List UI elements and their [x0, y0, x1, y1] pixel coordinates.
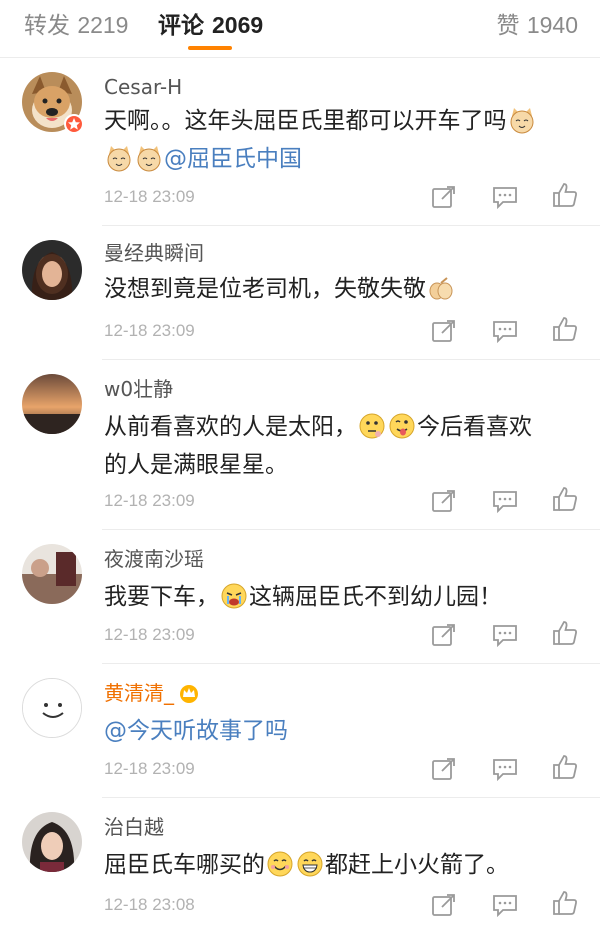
comment-username[interactable]: 夜渡南沙瑶 [104, 546, 204, 572]
comment-text: 我要下车， 这辆屈臣氏不到幼儿园！ [104, 578, 574, 616]
thumbs-up-icon[interactable] [551, 316, 579, 342]
avatar[interactable] [22, 374, 82, 434]
active-tab-indicator [188, 46, 232, 50]
comment-item: 黄清清_ @今天听故事了吗 12-18 23:09 [0, 664, 600, 798]
comment-tabs: 转发 2219 评论 2069 赞 1940 [0, 0, 600, 58]
smile-emoji-icon [266, 850, 294, 878]
thinking-emoji-icon [358, 412, 386, 440]
comment-timestamp: 12-18 23:09 [104, 321, 195, 340]
comment-text-part: 没想到竟是位老司机，失敬失敬 [104, 276, 426, 302]
comment-item: 曼经典瞬间 没想到竟是位老司机，失敬失敬 12-18 23:09 [0, 226, 600, 360]
comment-text-part: 今后看喜欢 [417, 414, 532, 440]
comment-item: Cesar-H 天啊。。这年头屈臣氏里都可以开车了吗 @屈臣氏中国 12-18 2… [0, 58, 600, 226]
avatar[interactable] [22, 678, 82, 738]
comment-item: 夜渡南沙瑶 我要下车， 这辆屈臣氏不到幼儿园！ 12-18 23:09 [0, 530, 600, 664]
comment-text-part: 的人是满眼星星。 [104, 452, 288, 478]
cat-emoji-icon [105, 144, 133, 172]
tab-reposts-count: 2219 [77, 12, 129, 38]
verified-badge-icon [64, 114, 84, 134]
tab-likes-label: 赞 [496, 13, 520, 39]
fist-salute-emoji-icon [427, 274, 455, 302]
crying-emoji-icon [220, 582, 248, 610]
thumbs-up-icon[interactable] [551, 620, 579, 646]
tab-comments-count: 2069 [212, 12, 264, 38]
comment-text-part: 都赶上小火箭了。 [325, 852, 509, 878]
share-icon[interactable] [430, 622, 458, 648]
comment-text: 屈臣氏车哪买的 都赶上小火箭了。 [104, 846, 574, 884]
comment-text: 没想到竟是位老司机，失敬失敬 [104, 270, 574, 308]
thumbs-up-icon[interactable] [551, 754, 579, 780]
comment-item: 治白越 屈臣氏车哪买的 都赶上小火箭了。 12-18 23:08 [0, 798, 600, 931]
mention-link[interactable]: @屈臣氏中国 [164, 146, 302, 172]
comment-icon[interactable] [491, 622, 519, 648]
grin-emoji-icon [296, 850, 324, 878]
comment-text-part: 从前看喜欢的人是太阳， [104, 414, 357, 440]
cat-emoji-icon [508, 106, 536, 134]
comment-text: 从前看喜欢的人是太阳， 今后看喜欢的人是满眼星星。 [104, 408, 574, 484]
comment-timestamp: 12-18 23:09 [104, 759, 195, 778]
comment-text: @今天听故事了吗 [104, 712, 574, 750]
comment-icon[interactable] [491, 892, 519, 918]
avatar[interactable] [22, 544, 82, 604]
avatar[interactable] [22, 240, 82, 300]
thumbs-up-icon[interactable] [551, 890, 579, 916]
share-icon[interactable] [430, 892, 458, 918]
tab-comments[interactable]: 评论 2069 [158, 10, 263, 41]
share-icon[interactable] [430, 488, 458, 514]
tab-likes[interactable]: 赞 1940 [497, 10, 578, 41]
crown-icon [180, 685, 198, 703]
tab-likes-count: 1940 [526, 12, 578, 38]
comment-icon[interactable] [491, 756, 519, 782]
tab-comments-label: 评论 [158, 13, 204, 39]
comment-icon[interactable] [491, 184, 519, 210]
comment-item: w0壮静 从前看喜欢的人是太阳， 今后看喜欢的人是满眼星星。 12-18 23:0… [0, 360, 600, 530]
comment-username[interactable]: 曼经典瞬间 [104, 240, 204, 266]
comment-timestamp: 12-18 23:09 [104, 491, 195, 510]
tab-reposts[interactable]: 转发 2219 [24, 10, 128, 41]
comment-text-part: 屈臣氏车哪买的 [104, 852, 265, 878]
thumbs-up-icon[interactable] [551, 486, 579, 512]
comment-timestamp: 12-18 23:09 [104, 625, 195, 644]
comment-timestamp: 12-18 23:09 [104, 187, 195, 206]
comment-username[interactable]: 治白越 [104, 814, 164, 840]
comment-username-text: 黄清清_ [104, 681, 174, 705]
share-icon[interactable] [430, 756, 458, 782]
tab-reposts-label: 转发 [24, 13, 70, 39]
comment-username[interactable]: Cesar-H [104, 74, 182, 100]
comment-text-part: 天啊。。这年头屈臣氏里都可以开车了吗 [104, 108, 507, 134]
mention-link[interactable]: @今天听故事了吗 [104, 718, 288, 744]
avatar[interactable] [22, 812, 82, 872]
comment-text-part: 这辆屈臣氏不到幼儿园！ [249, 584, 502, 610]
comment-timestamp: 12-18 23:08 [104, 895, 195, 914]
comment-username[interactable]: 黄清清_ [104, 680, 200, 706]
comment-icon[interactable] [491, 488, 519, 514]
tongue-emoji-icon [388, 412, 416, 440]
thumbs-up-icon[interactable] [551, 182, 579, 208]
comment-text: 天啊。。这年头屈臣氏里都可以开车了吗 @屈臣氏中国 [104, 102, 574, 178]
share-icon[interactable] [430, 184, 458, 210]
comment-username[interactable]: w0壮静 [104, 376, 173, 402]
share-icon[interactable] [430, 318, 458, 344]
comment-icon[interactable] [491, 318, 519, 344]
cat-emoji-icon [135, 144, 163, 172]
comment-text-part: 我要下车， [104, 584, 219, 610]
